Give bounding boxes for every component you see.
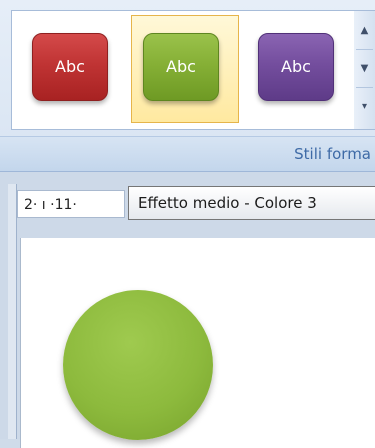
document-workspace: 2· ı ·11· Effetto medio - Colore 3 — [0, 172, 375, 448]
shape-style-red[interactable]: Abc — [32, 33, 108, 101]
shape-styles-gallery: Abc Abc Abc — [11, 10, 356, 130]
style-tooltip: Effetto medio - Colore 3 — [128, 186, 375, 220]
gallery-scroller: ▲ ▼ ▾ — [354, 10, 375, 130]
circle-shape[interactable] — [63, 290, 213, 440]
more-icon[interactable]: ▾ — [356, 89, 373, 125]
ribbon-panel: Abc Abc Abc ▲ ▼ ▾ Stili forma — [0, 0, 375, 172]
ribbon-group-footer: Stili forma — [0, 136, 375, 172]
vertical-ruler — [8, 184, 17, 439]
shape-style-purple[interactable]: Abc — [258, 33, 334, 101]
shape-style-green[interactable]: Abc — [143, 33, 219, 101]
horizontal-ruler: 2· ı ·11· — [17, 190, 125, 218]
group-label: Stili forma — [294, 145, 371, 163]
scroll-up-icon[interactable]: ▲ — [356, 13, 373, 50]
document-page[interactable] — [20, 238, 375, 448]
scroll-down-icon[interactable]: ▼ — [356, 51, 373, 88]
